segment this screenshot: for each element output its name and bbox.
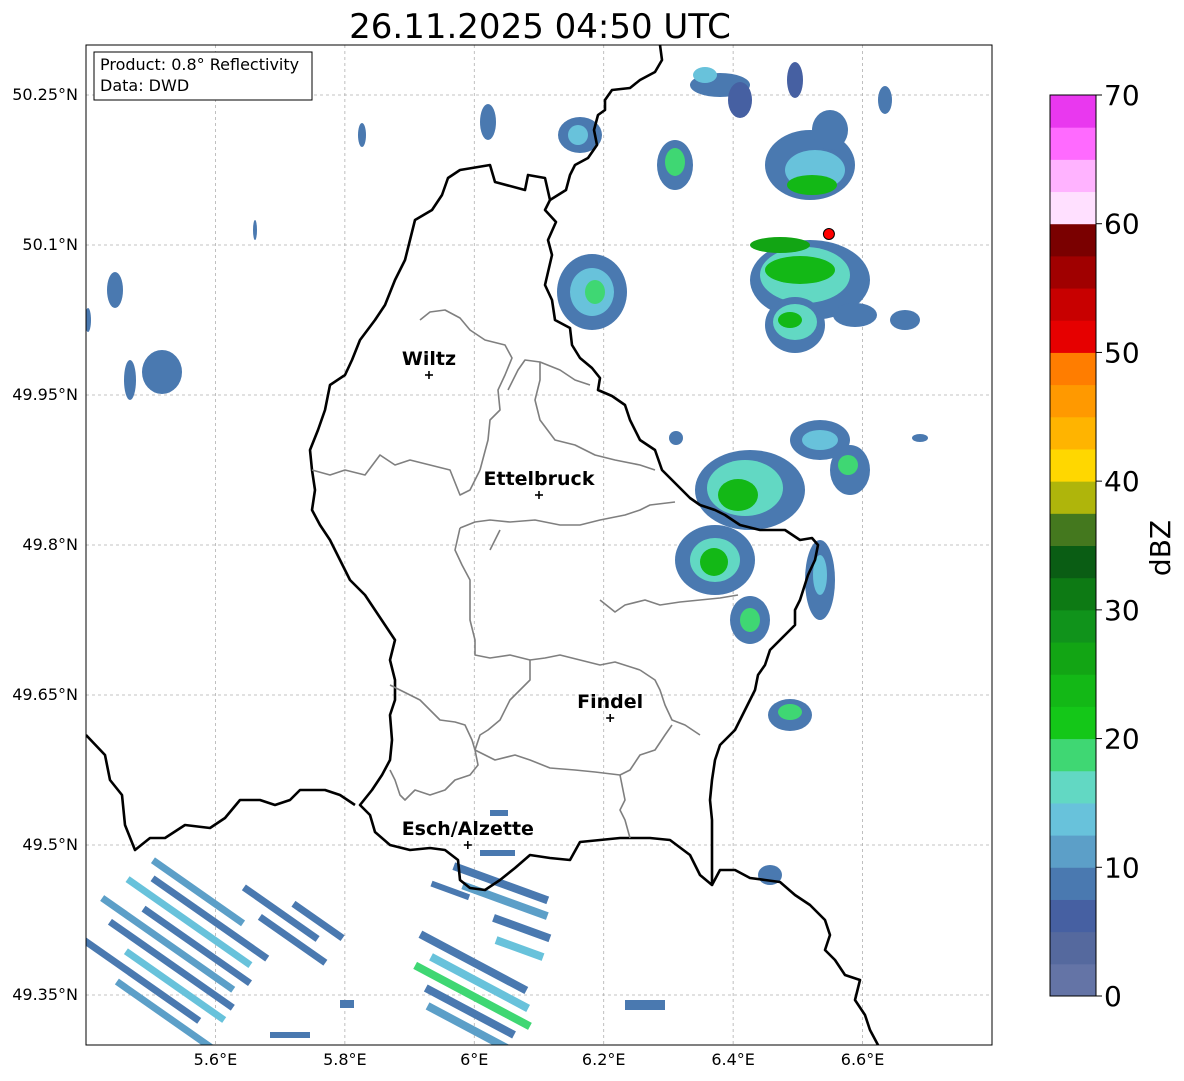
map-area: Wiltz Ettelbruck Findel Esch/Alzette Produc… [85,44,993,1046]
colorbar-segment [1050,352,1096,386]
colorbar-tick-label: 30 [1104,594,1140,627]
colorbar-segment [1050,384,1096,418]
colorbar-tick-label: 50 [1104,336,1140,369]
colorbar-segment [1050,255,1096,289]
colorbar-segment [1050,159,1096,193]
y-tick-label: 49.8°N [22,535,78,554]
colorbar-segment [1050,288,1096,321]
radar-map-figure: 26.11.2025 04:50 UTC WiltzEttelbruckFind… [12,7,1177,1069]
colorbar-segment [1050,127,1096,160]
colorbar-segment [1050,931,1096,965]
city-label: Ettelbruck [484,468,595,490]
y-tick-label: 49.35°N [12,985,78,1004]
colorbar-segment [1050,513,1096,546]
colorbar: 0 10 20 30 40 50 60 70 [1049,79,1140,1013]
y-tick-label: 49.95°N [12,385,78,404]
colorbar-label: dBZ [1144,520,1177,576]
x-tick-label: 5.8°E [323,1050,367,1069]
info-data-source: Data: DWD [100,76,189,95]
colorbar-segment [1050,416,1096,450]
y-tick-label: 49.65°N [12,685,78,704]
city-label: Wiltz [402,348,456,370]
colorbar-segment [1050,899,1096,933]
y-axis-ticks: 49.35°N 49.5°N 49.65°N 49.8°N 49.95°N 50.1°N 5… [12,85,78,1004]
colorbar-segment [1050,191,1096,225]
x-tick-label: 5.6°E [194,1050,238,1069]
x-tick-label: 6.4°E [711,1050,755,1069]
x-tick-label: 6.6°E [841,1050,885,1069]
colorbar-segment [1050,706,1096,740]
info-product: Product: 0.8° Reflectivity [100,55,299,74]
y-tick-label: 50.1°N [22,235,78,254]
colorbar-segment [1050,95,1096,128]
colorbar-segment [1050,642,1096,675]
colorbar-tick-label: 70 [1104,79,1140,112]
x-tick-label: 6.2°E [582,1050,626,1069]
colorbar-tick-label: 10 [1104,851,1140,884]
colorbar-segment [1050,448,1096,482]
colorbar-segment [1050,577,1096,611]
colorbar-segment [1050,223,1096,257]
colorbar-segment [1050,963,1096,997]
x-tick-label: 6°E [460,1050,488,1069]
colorbar-segment [1050,320,1096,353]
colorbar-tick-label: 40 [1104,465,1140,498]
colorbar-segment [1050,867,1096,900]
x-axis-ticks: 5.6°E 5.8°E 6°E 6.2°E 6.4°E 6.6°E [194,1050,885,1069]
colorbar-tick-label: 0 [1104,980,1122,1013]
city-label: Esch/Alzette [402,818,534,840]
colorbar-segment [1050,481,1096,514]
colorbar-segment [1050,770,1096,804]
radar-site-marker [822,228,835,240]
y-tick-label: 50.25°N [12,85,78,104]
y-tick-label: 49.5°N [22,835,78,854]
info-box: Product: 0.8° Reflectivity Data: DWD [93,51,313,101]
colorbar-tick-label: 20 [1104,723,1140,756]
colorbar-segment [1050,738,1096,772]
map-title: 26.11.2025 04:50 UTC [349,7,731,47]
colorbar-segment [1050,609,1096,643]
colorbar-segment [1050,545,1096,579]
colorbar-segment [1050,802,1096,836]
colorbar-segment [1050,835,1096,868]
colorbar-tick-label: 60 [1104,208,1140,241]
city-label: Findel [577,691,643,713]
colorbar-segment [1050,674,1096,707]
